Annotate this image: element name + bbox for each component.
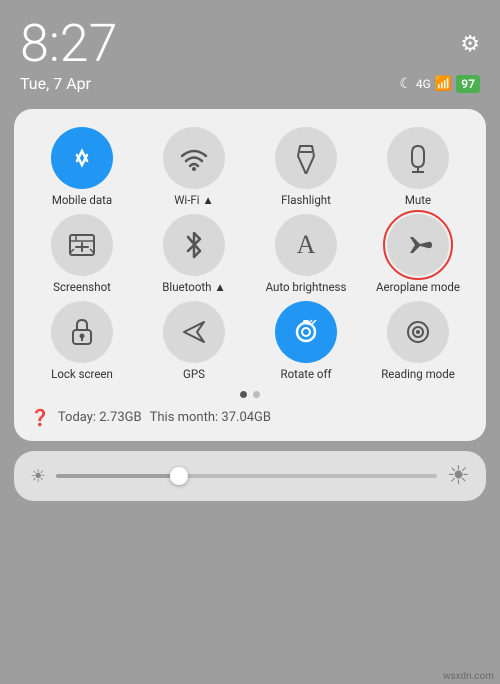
tile-auto-brightness-icon: A <box>275 214 337 276</box>
tile-reading-mode-icon <box>387 301 449 363</box>
dot-2 <box>253 391 260 398</box>
tile-mute-label: Mute <box>405 194 431 208</box>
help-icon[interactable]: ❓ <box>30 408 50 427</box>
tile-lock-screen-icon <box>51 301 113 363</box>
tile-gps-label: GPS <box>183 368 205 382</box>
moon-icon: ☾ <box>399 76 412 92</box>
network-bars-icon: 📶 <box>435 76 452 92</box>
tile-mobile-data-label: Mobile data <box>52 194 112 208</box>
tile-screenshot-label: Screenshot <box>53 281 111 295</box>
data-usage-row: ❓ Today: 2.73GB This month: 37.04GB <box>28 408 472 427</box>
battery-indicator: 97 <box>456 75 480 93</box>
tile-wifi-label: Wi-Fi ▲ <box>174 194 214 208</box>
clock: 8:27 <box>20 18 117 70</box>
tile-reading-mode[interactable]: Reading mode <box>364 301 472 382</box>
settings-icon[interactable]: ⚙ <box>460 32 480 57</box>
tile-aeroplane-mode[interactable]: Aeroplane mode <box>364 214 472 295</box>
tile-flashlight[interactable]: Flashlight <box>252 127 360 208</box>
signal-icon: 4G <box>416 77 431 91</box>
pagination-dots <box>28 391 472 398</box>
brightness-max-icon: ☀ <box>447 461 470 491</box>
tile-aeroplane-mode-icon <box>387 214 449 276</box>
tile-auto-brightness-label: Auto brightness <box>266 281 347 295</box>
status-icons: ☾ 4G 📶 97 <box>399 75 480 93</box>
watermark: wsxdn.com <box>443 671 494 682</box>
tile-wifi[interactable]: Wi-Fi ▲ <box>140 127 248 208</box>
tile-flashlight-label: Flashlight <box>281 194 331 208</box>
data-today: Today: 2.73GB <box>58 410 142 425</box>
data-month: This month: 37.04GB <box>150 410 271 425</box>
brightness-thumb[interactable] <box>170 467 188 485</box>
tile-screenshot[interactable]: Screenshot <box>28 214 136 295</box>
status-bar: 8:27 ⚙ Tue, 7 Apr ☾ 4G 📶 97 <box>0 0 500 101</box>
tile-rotate-off-label: Rotate off <box>281 368 332 382</box>
brightness-min-icon: ☀ <box>30 466 46 487</box>
brightness-control[interactable]: ☀ ☀ <box>14 451 486 501</box>
dot-1 <box>240 391 247 398</box>
tile-gps-icon <box>163 301 225 363</box>
tile-wifi-icon <box>163 127 225 189</box>
tile-auto-brightness[interactable]: A Auto brightness <box>252 214 360 295</box>
tile-reading-mode-label: Reading mode <box>381 368 455 382</box>
tile-mute[interactable]: Mute <box>364 127 472 208</box>
tile-mobile-data-icon <box>51 127 113 189</box>
tile-lock-screen[interactable]: Lock screen <box>28 301 136 382</box>
tile-mute-icon <box>387 127 449 189</box>
tile-screenshot-icon <box>51 214 113 276</box>
tile-mobile-data[interactable]: Mobile data <box>28 127 136 208</box>
tile-rotate-off[interactable]: Rotate off <box>252 301 360 382</box>
brightness-track[interactable] <box>56 474 437 478</box>
tile-aeroplane-mode-label: Aeroplane mode <box>376 281 460 295</box>
tile-bluetooth-label: Bluetooth ▲ <box>162 281 226 295</box>
tile-gps[interactable]: GPS <box>140 301 248 382</box>
date-display: Tue, 7 Apr <box>20 74 91 93</box>
tiles-grid: Mobile data Wi-Fi ▲ Flashl <box>28 127 472 381</box>
quick-settings-panel: Mobile data Wi-Fi ▲ Flashl <box>14 109 486 441</box>
tile-bluetooth-icon <box>163 214 225 276</box>
tile-flashlight-icon <box>275 127 337 189</box>
tile-lock-screen-label: Lock screen <box>51 368 113 382</box>
tile-bluetooth[interactable]: Bluetooth ▲ <box>140 214 248 295</box>
tile-rotate-off-icon <box>275 301 337 363</box>
brightness-fill <box>56 474 170 478</box>
